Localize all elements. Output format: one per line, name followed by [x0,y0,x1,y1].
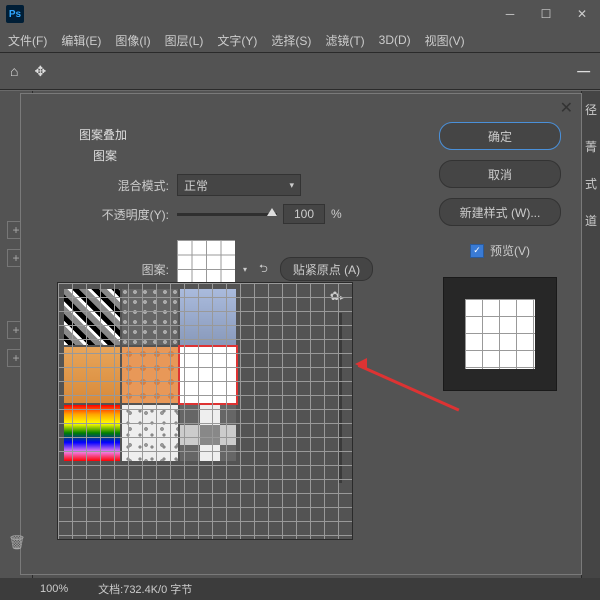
blend-mode-label: 混合模式: [79,177,177,194]
preview-label: 预览(V) [490,242,530,259]
home-icon[interactable]: ⌂ [10,63,18,79]
menu-type[interactable]: 文字(Y) [217,32,257,49]
trash-icon[interactable]: 🗑 [8,534,26,551]
cancel-button[interactable]: 取消 [439,160,561,188]
panel-tab[interactable]: 式 [585,175,597,192]
menu-file[interactable]: 文件(F) [8,32,47,49]
snap-origin-button[interactable]: 贴紧原点 (A) [280,257,373,281]
window-close-button[interactable]: ✕ [564,0,600,28]
minimize-strip-button[interactable]: ─ [577,61,590,82]
opacity-label: 不透明度(Y): [79,206,177,223]
chevron-down-icon: ▾ [289,180,294,191]
panel-tab[interactable]: 菁 [585,138,597,155]
preview-panel [443,277,557,391]
preview-checkbox[interactable]: ✓ [470,244,484,258]
menu-3d[interactable]: 3D(D) [379,33,411,47]
menu-image[interactable]: 图像(I) [115,32,150,49]
dialog-close-button[interactable]: ✕ [560,98,573,118]
panel-tab[interactable]: 径 [585,101,597,118]
right-collapsed-panels: 径 菁 式 道 [581,91,600,591]
pattern-picker-chevron[interactable]: ▾ [243,265,247,274]
ok-button[interactable]: 确定 [439,122,561,150]
window-maximize-button[interactable]: ☐ [528,0,564,28]
section-title: 图案叠加 [79,126,389,143]
new-style-button[interactable]: 新建样式 (W)... [439,198,561,226]
window-minimize-button[interactable]: ─ [492,0,528,28]
menubar: 文件(F) 编辑(E) 图像(I) 图层(L) 文字(Y) 选择(S) 滤镜(T… [0,28,600,52]
pattern-picker-popup: ✿▸ [57,282,353,540]
doc-size-info: 文档:732.4K/0 字节 [98,581,192,597]
blend-mode-value: 正常 [184,177,208,194]
menu-filter[interactable]: 滤镜(T) [325,32,364,49]
move-tool-icon[interactable]: ✥ [34,63,46,80]
panel-tab[interactable]: 道 [585,212,597,229]
blend-mode-select[interactable]: 正常 ▾ [177,174,301,196]
zoom-level[interactable]: 100% [40,583,68,595]
menu-edit[interactable]: 编辑(E) [61,32,101,49]
app-logo: Ps [6,5,24,23]
menu-view[interactable]: 视图(V) [425,32,465,49]
menu-select[interactable]: 选择(S) [271,32,311,49]
options-bar: ⌂ ✥ ─ [0,52,600,90]
fieldset-title: 图案 [93,147,389,164]
opacity-value-input[interactable]: 100 [283,204,325,224]
layer-style-dialog: ✕ 图案叠加 图案 混合模式: 正常 ▾ 不透明度(Y): 100 % 图案: [20,93,582,575]
pattern-thumb-selected[interactable] [180,347,236,403]
opacity-slider[interactable] [177,213,277,216]
pattern-label: 图案: [79,261,177,278]
link-icon[interactable]: ⮌ [259,260,268,279]
opacity-unit: % [331,207,342,221]
status-bar: 100% 文档:732.4K/0 字节 [0,578,600,600]
menu-layer[interactable]: 图层(L) [165,32,204,49]
slider-thumb[interactable] [267,208,277,216]
